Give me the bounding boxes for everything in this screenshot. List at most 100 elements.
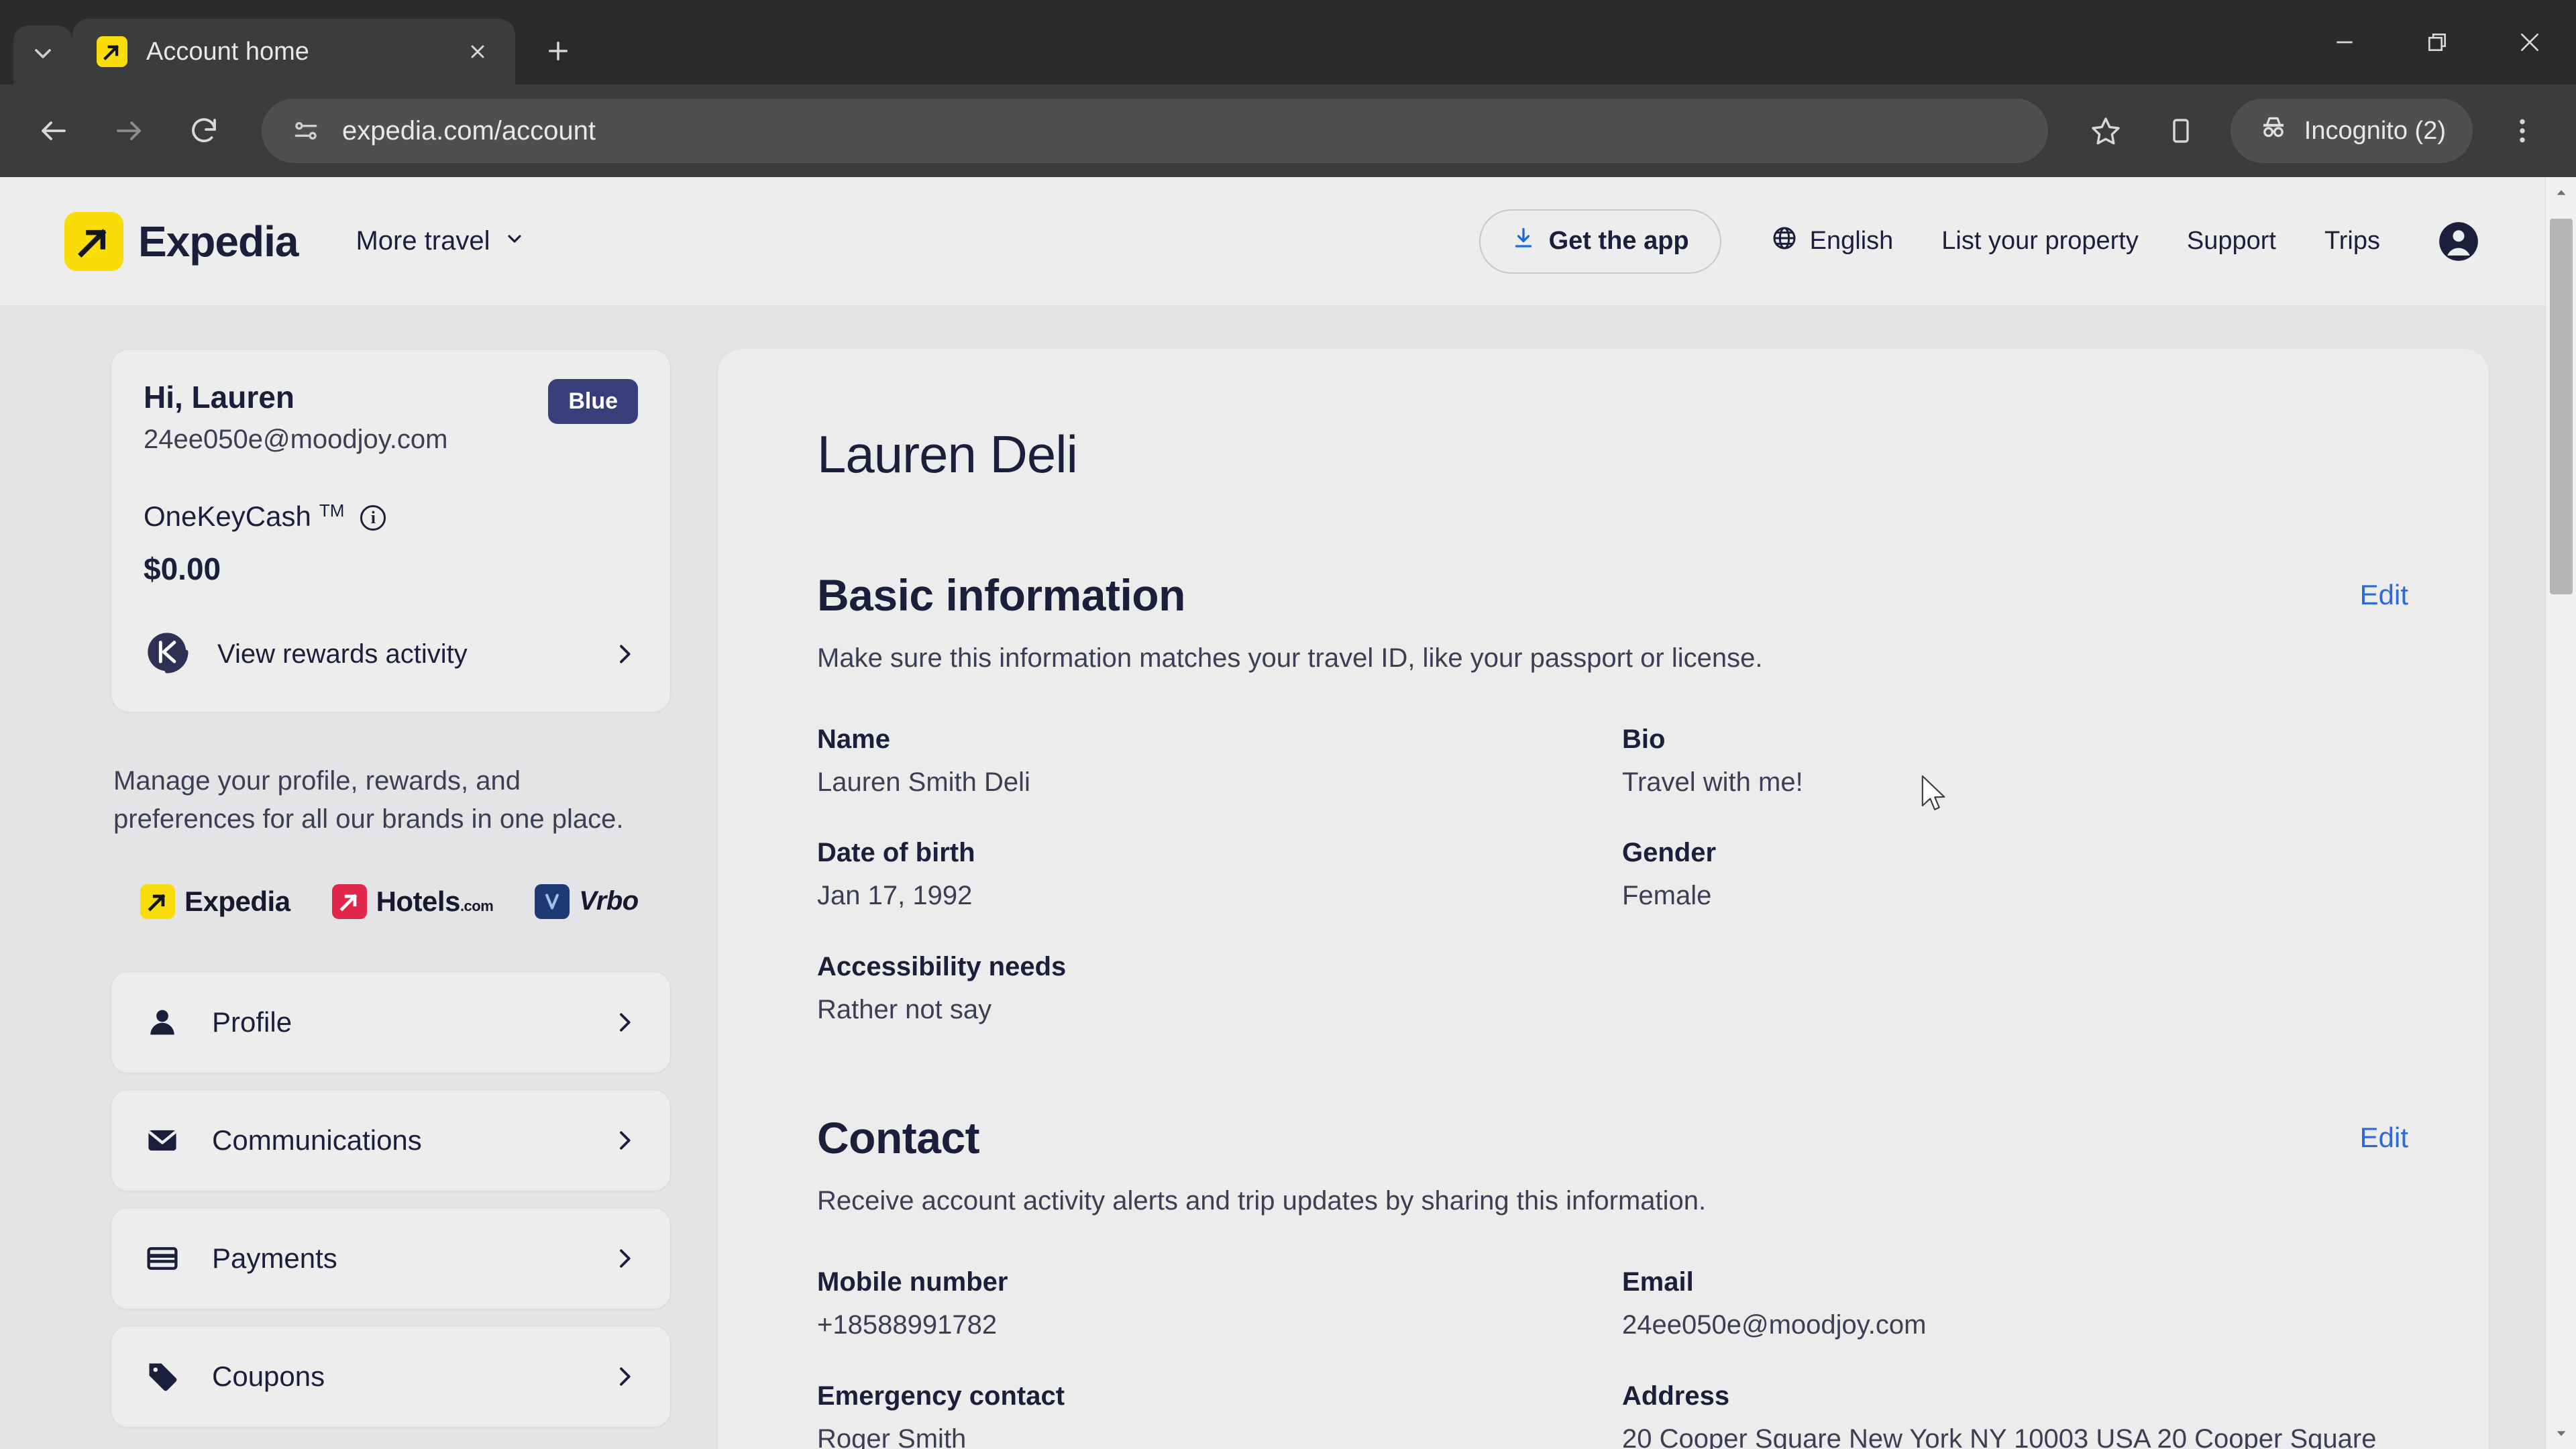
bookmark-star-icon[interactable]	[2071, 96, 2141, 166]
field-email: Email 24ee050e@moodjoy.com	[1622, 1267, 2408, 1343]
status-badge: Blue	[548, 379, 638, 424]
side-panel-icon[interactable]	[2146, 96, 2216, 166]
field-label: Email	[1622, 1267, 1694, 1297]
field-label: Mobile number	[817, 1267, 1008, 1297]
close-window-button[interactable]	[2483, 0, 2576, 85]
field-emergency-contact: Emergency contact Roger Smith	[817, 1381, 1622, 1449]
view-rewards-activity-label: View rewards activity	[217, 639, 468, 669]
address-bar[interactable]: expedia.com/account	[262, 99, 2048, 163]
brand-logo-hotels-label: Hotels.com	[376, 885, 494, 917]
vrbo-logo-icon	[535, 883, 570, 919]
incognito-indicator[interactable]: Incognito (2)	[2230, 99, 2473, 163]
section-title: Contact	[817, 1113, 980, 1163]
globe-icon	[1771, 225, 1798, 258]
person-icon	[144, 1004, 181, 1041]
incognito-label: Incognito (2)	[2304, 116, 2446, 145]
info-icon[interactable]: i	[360, 505, 386, 531]
sidebar-item-profile[interactable]: Profile	[111, 971, 671, 1073]
tab-title: Account home	[146, 37, 309, 66]
back-button[interactable]	[19, 96, 89, 166]
account-avatar-icon[interactable]	[2436, 219, 2481, 264]
sidebar-item-profile-label: Profile	[212, 1006, 292, 1038]
page-viewport: Expedia More travel Get the app English …	[0, 177, 2576, 1449]
url-text: expedia.com/account	[342, 115, 596, 146]
basic-information-fields: Name Lauren Smith Deli Bio Travel with m…	[817, 724, 2408, 1028]
forward-button[interactable]	[94, 96, 164, 166]
caret-up-icon[interactable]	[2546, 177, 2576, 208]
close-tab-button[interactable]	[459, 33, 496, 70]
restore-window-button[interactable]	[2391, 0, 2483, 85]
field-label: Name	[817, 724, 890, 754]
sidebar-item-payments-label: Payments	[212, 1242, 337, 1274]
account-main-panel: Lauren Deli Basic information Edit Make …	[718, 349, 2489, 1449]
tag-icon	[144, 1358, 181, 1395]
language-label: English	[1809, 227, 1894, 255]
page-content: Hi, Lauren 24ee050e@moodjoy.com Blue One…	[0, 306, 2545, 1449]
brand-logo-expedia-label: Expedia	[184, 885, 290, 917]
field-label: Date of birth	[817, 838, 975, 868]
trips-link[interactable]: Trips	[2300, 227, 2404, 256]
sidebar-item-communications[interactable]: Communications	[111, 1089, 671, 1191]
page-scrollbar[interactable]	[2545, 177, 2576, 1449]
expedia-logo-icon	[97, 36, 127, 67]
onekeycash-row: OneKeyCash TM i	[144, 500, 638, 533]
chevron-right-icon	[611, 1127, 638, 1154]
section-header: Contact Edit	[817, 1112, 2408, 1163]
scrollbar-thumb[interactable]	[2550, 219, 2573, 594]
field-value: 20 Cooper Square New York NY 10003 USA 2…	[1622, 1424, 2377, 1449]
field-label: Emergency contact	[817, 1381, 1065, 1411]
field-mobile-number: Mobile number +18588991782	[817, 1267, 1622, 1343]
view-rewards-activity-link[interactable]: View rewards activity	[144, 629, 638, 680]
sidebar-item-coupons-label: Coupons	[212, 1360, 325, 1392]
tab-search-button[interactable]	[13, 25, 72, 85]
minimize-window-button[interactable]	[2298, 0, 2391, 85]
site-settings-icon[interactable]	[288, 113, 323, 148]
more-travel-menu[interactable]: More travel	[356, 226, 525, 256]
get-the-app-label: Get the app	[1548, 227, 1689, 255]
sidebar-item-coupons[interactable]: Coupons	[111, 1325, 671, 1428]
profile-card-header: Hi, Lauren 24ee050e@moodjoy.com Blue	[144, 379, 638, 455]
field-label: Bio	[1622, 724, 1666, 754]
reload-button[interactable]	[169, 96, 239, 166]
chevron-right-icon	[611, 1363, 638, 1390]
field-value: Jan 17, 1992	[817, 881, 973, 911]
browser-tab[interactable]: Account home	[72, 19, 515, 85]
brand-logo-vrbo-label: Vrbo	[579, 886, 639, 916]
language-selector[interactable]: English	[1747, 225, 1918, 258]
field-value: Female	[1622, 881, 1712, 911]
edit-contact-link[interactable]: Edit	[2360, 1112, 2408, 1154]
field-value: 24ee050e@moodjoy.com	[1622, 1310, 1927, 1340]
credit-card-icon	[144, 1240, 181, 1277]
field-date-of-birth: Date of birth Jan 17, 1992	[817, 838, 1622, 914]
three-dot-menu-icon[interactable]	[2487, 96, 2557, 166]
incognito-icon	[2257, 111, 2290, 150]
chevron-right-icon	[611, 641, 638, 667]
sidebar-item-communications-label: Communications	[212, 1124, 422, 1156]
hotels-logo-icon	[331, 883, 367, 919]
support-label: Support	[2186, 227, 2276, 255]
brand-logo-expedia: Expedia	[140, 883, 290, 919]
expedia-logo-icon	[64, 211, 123, 271]
sidebar-item-payments[interactable]: Payments	[111, 1207, 671, 1309]
chevron-down-icon	[30, 40, 56, 70]
field-label: Address	[1622, 1381, 1730, 1411]
field-value: Travel with me!	[1622, 767, 1803, 797]
field-name: Name Lauren Smith Deli	[817, 724, 1622, 800]
chevron-right-icon	[611, 1009, 638, 1036]
list-your-property-label: List your property	[1941, 227, 2139, 255]
sidebar-blurb: Manage your profile, rewards, and prefer…	[113, 766, 624, 834]
caret-down-icon[interactable]	[2546, 1418, 2576, 1449]
new-tab-button[interactable]	[531, 24, 585, 78]
get-the-app-button[interactable]: Get the app	[1479, 209, 1721, 274]
section-title: Basic information	[817, 570, 1185, 620]
list-your-property-link[interactable]: List your property	[1917, 227, 2163, 256]
support-link[interactable]: Support	[2163, 227, 2300, 256]
section-subtitle: Receive account activity alerts and trip…	[817, 1186, 1707, 1216]
account-email: 24ee050e@moodjoy.com	[144, 425, 448, 454]
field-value: Roger Smith	[817, 1424, 967, 1449]
field-value: +18588991782	[817, 1310, 998, 1340]
expedia-brand-logo[interactable]: Expedia	[64, 211, 299, 271]
brand-logos-row: Expedia Hotels.com Vrbo	[111, 883, 671, 919]
brand-name: Expedia	[138, 217, 299, 266]
edit-basic-information-link[interactable]: Edit	[2360, 570, 2408, 611]
